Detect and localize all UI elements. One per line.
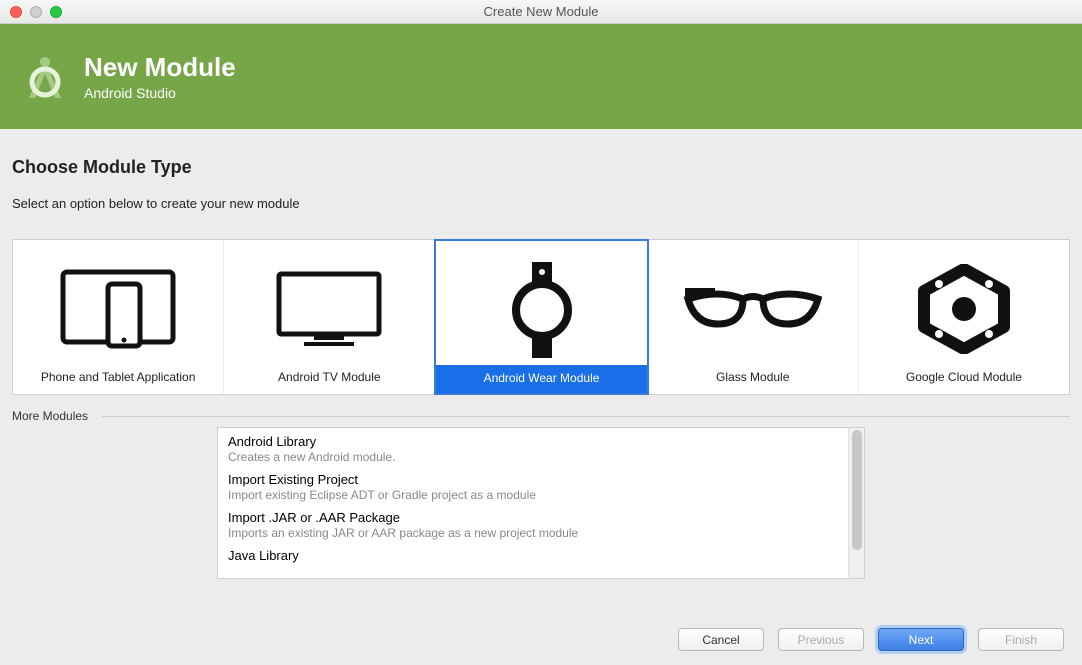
card-label: Phone and Tablet Application — [13, 364, 223, 392]
card-google-cloud[interactable]: Google Cloud Module — [859, 240, 1069, 394]
card-android-tv[interactable]: Android TV Module — [224, 240, 435, 394]
list-item[interactable]: Java Library — [228, 548, 854, 563]
tv-icon — [224, 254, 434, 364]
card-label: Google Cloud Module — [859, 364, 1069, 392]
phone-tablet-icon — [13, 254, 223, 364]
watch-icon — [436, 255, 646, 365]
cancel-button[interactable]: Cancel — [678, 628, 764, 651]
instruction-text: Select an option below to create your ne… — [12, 196, 1070, 211]
section-title: Choose Module Type — [12, 157, 1070, 178]
android-studio-icon — [20, 52, 70, 102]
window-title: Create New Module — [0, 4, 1082, 19]
list-item-title: Import .JAR or .AAR Package — [228, 510, 854, 525]
wizard-footer: Cancel Previous Next Finish — [678, 628, 1064, 651]
list-item-title: Android Library — [228, 434, 854, 449]
list-item[interactable]: Import .JAR or .AAR Package Imports an e… — [228, 510, 854, 540]
titlebar: Create New Module — [0, 0, 1082, 24]
card-label: Android TV Module — [224, 364, 434, 392]
list-item[interactable]: Android Library Creates a new Android mo… — [228, 434, 854, 464]
more-modules-label: More Modules — [12, 409, 1070, 423]
list-item-title: Java Library — [228, 548, 854, 563]
list-item-desc: Imports an existing JAR or AAR package a… — [228, 526, 854, 540]
list-item-title: Import Existing Project — [228, 472, 854, 487]
more-modules-list[interactable]: Android Library Creates a new Android mo… — [217, 427, 865, 579]
card-label: Glass Module — [648, 364, 858, 392]
module-type-cards: Phone and Tablet Application Android TV … — [12, 239, 1070, 395]
next-button[interactable]: Next — [878, 628, 964, 651]
list-item[interactable]: Import Existing Project Import existing … — [228, 472, 854, 502]
cloud-icon — [859, 254, 1069, 364]
wizard-header: New Module Android Studio — [0, 24, 1082, 129]
more-modules-list-wrap: Android Library Creates a new Android mo… — [217, 427, 865, 579]
previous-button: Previous — [778, 628, 864, 651]
header-title: New Module — [84, 52, 236, 83]
card-android-wear[interactable]: Android Wear Module — [434, 239, 648, 395]
wizard-body: Choose Module Type Select an option belo… — [0, 129, 1082, 591]
header-subtitle: Android Studio — [84, 85, 236, 101]
card-phone-tablet[interactable]: Phone and Tablet Application — [13, 240, 224, 394]
card-label: Android Wear Module — [436, 365, 646, 393]
card-glass[interactable]: Glass Module — [648, 240, 859, 394]
scrollbar[interactable] — [848, 428, 864, 578]
finish-button: Finish — [978, 628, 1064, 651]
scroll-thumb[interactable] — [852, 430, 862, 550]
list-item-desc: Creates a new Android module. — [228, 450, 854, 464]
list-item-desc: Import existing Eclipse ADT or Gradle pr… — [228, 488, 854, 502]
glasses-icon — [648, 254, 858, 364]
